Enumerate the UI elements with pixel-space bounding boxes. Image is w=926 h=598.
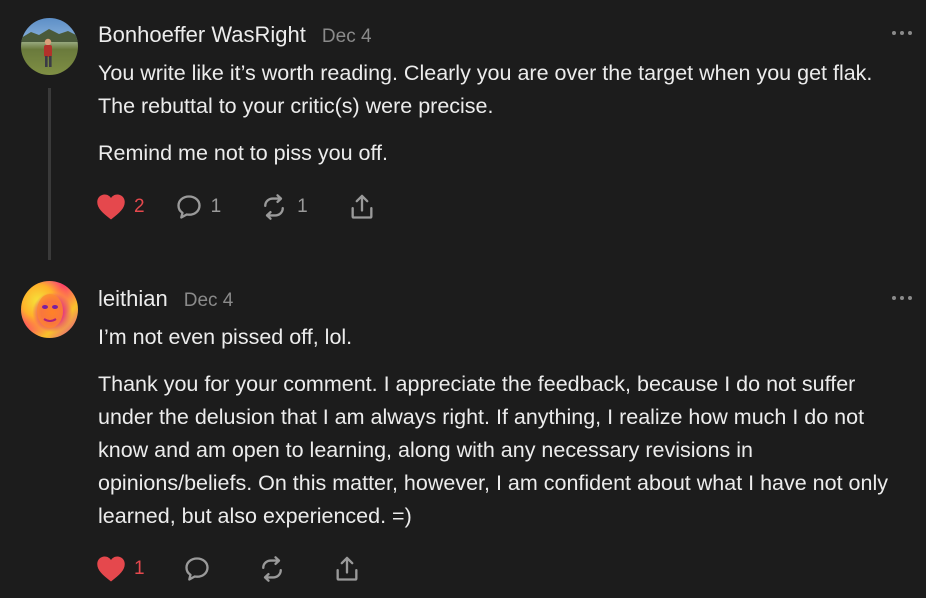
more-dots-icon[interactable]: [892, 29, 912, 37]
avatar-photo: [37, 294, 63, 328]
author-name[interactable]: leithian: [98, 286, 168, 312]
share-button[interactable]: [348, 192, 376, 222]
reply-button[interactable]: [183, 554, 211, 584]
restack-button[interactable]: 1: [259, 192, 308, 222]
avatar-photo: [21, 29, 78, 67]
comment-paragraph: Thank you for your comment. I appreciate…: [98, 372, 888, 528]
author-name[interactable]: Bonhoeffer WasRight: [98, 22, 306, 48]
comment-body: You write like it’s worth reading. Clear…: [98, 57, 913, 184]
reply-count: 1: [210, 196, 222, 217]
restack-button[interactable]: [257, 554, 287, 584]
restack-icon: [261, 556, 282, 582]
like-button[interactable]: 2: [96, 192, 145, 222]
comment-meta: leithian Dec 4: [98, 286, 233, 312]
heart-icon: [97, 556, 125, 582]
like-count: 2: [134, 196, 145, 217]
like-count: 1: [134, 558, 145, 579]
comment-actions: 2 1 1: [96, 192, 376, 222]
avatar[interactable]: [21, 281, 78, 338]
reply-button[interactable]: 1: [175, 192, 222, 222]
heart-icon: [97, 194, 125, 220]
more-dots-icon[interactable]: [892, 294, 912, 302]
comment-paragraph: Remind me not to piss you off.: [98, 141, 388, 165]
comment-body: I’m not even pissed off, lol. Thank you …: [98, 321, 913, 547]
thread-line: [48, 88, 51, 260]
speech-bubble-icon: [176, 195, 201, 219]
comment-paragraph: I’m not even pissed off, lol.: [98, 325, 353, 349]
avatar[interactable]: [21, 18, 78, 75]
comment-meta: Bonhoeffer WasRight Dec 4: [98, 22, 372, 48]
restack-icon: [264, 194, 285, 220]
comment-paragraph: You write like it’s worth reading. Clear…: [98, 61, 873, 118]
share-button[interactable]: [333, 554, 361, 584]
speech-bubble-icon: [184, 557, 209, 581]
restack-count: 1: [297, 196, 308, 217]
comment-actions: 1: [96, 554, 361, 584]
share-icon: [336, 556, 358, 581]
comment-date[interactable]: Dec 4: [322, 26, 372, 48]
comment-date[interactable]: Dec 4: [184, 290, 234, 312]
like-button[interactable]: 1: [96, 554, 145, 584]
comment-thread: Bonhoeffer WasRight Dec 4 You write like…: [0, 0, 926, 598]
share-icon: [351, 194, 373, 219]
